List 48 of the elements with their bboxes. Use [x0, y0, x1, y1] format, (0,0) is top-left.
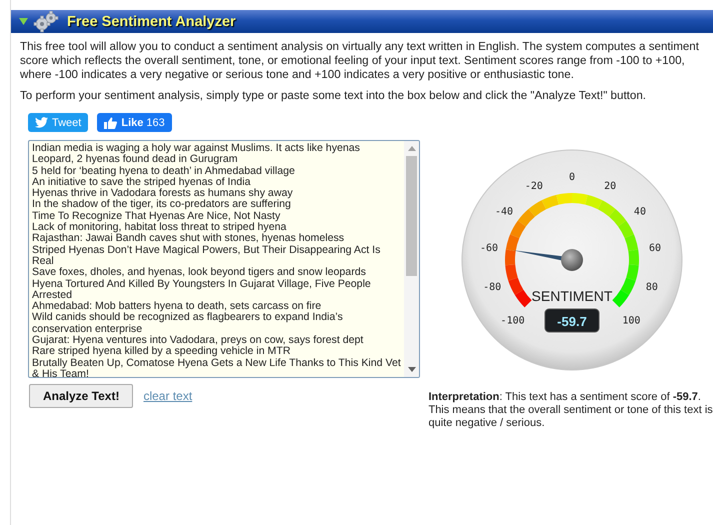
scale-label: -40 — [495, 206, 514, 218]
interpretation-text: Interpretation: This text has a sentiment score of -59.7. This means that the overall sentiment or tone of this text is quite negative / serious. — [428, 391, 713, 430]
text-line: Striped Hyenas Don’t Have Magical Powers, But Their Disappearing Act Is Real — [32, 244, 382, 267]
tweet-button[interactable]: Tweet — [28, 113, 88, 132]
thumbs-up-icon — [104, 116, 118, 128]
analyze-button[interactable]: Analyze Text! — [29, 384, 134, 408]
gauge-reading: -59.7 — [558, 314, 588, 329]
text-line: Lack of monitoring, habitat loss threat to striped hyena — [32, 222, 286, 234]
collapse-toggle-icon[interactable] — [19, 17, 28, 26]
text-line: Leopard, 2 hyenas found dead in Gurugram — [32, 154, 239, 166]
scroll-down-arrow-icon[interactable] — [408, 367, 416, 372]
scale-label: -20 — [525, 181, 544, 192]
text-line: Brutally Beaten Up, Comatose Hyena Gets a New Life Thanks to This Kind Vet & His Team! — [32, 358, 402, 377]
scale-label: 20 — [604, 181, 617, 192]
text-line: Time To Recognize That Hyenas Are Nice, Not Nasty — [32, 210, 280, 222]
text-input-area[interactable] — [28, 140, 420, 378]
scale-label: 100 — [622, 315, 641, 326]
scale-label: -80 — [484, 282, 502, 293]
scale-label: 60 — [649, 242, 662, 254]
text-line: Indian media is waging a holy war against Muslims. It acts like hyenas — [32, 143, 361, 154]
text-line: Save foxes, dholes, and hyenas, look beyond tigers and snow leopards — [32, 267, 367, 279]
bird-icon — [35, 117, 48, 128]
text-line: Hyena Tortured And Killed By Youngsters In Gujarat Village, Five People Arrested — [32, 278, 372, 301]
text-line: Hyenas thrive in Vadodara forests as humans shy away — [32, 188, 294, 200]
needle-hub — [561, 249, 584, 271]
text-line: Ahmedabad: Mob batters hyena to death, sets carcass on fire — [32, 301, 322, 312]
scrollbar[interactable] — [404, 141, 420, 377]
text-line: In the shadow of the tiger, its co-predators are suffering — [32, 199, 291, 211]
like-button[interactable]: Like 163 — [97, 113, 172, 132]
scale-label: 40 — [634, 206, 646, 218]
section-title: Free Sentiment Analyzer — [67, 14, 236, 30]
text-line: Rare striped hyena killed by a speeding vehicle in MTR — [32, 346, 291, 358]
text-line: Wild canids should be recognized as flagbearers to expand India’s conservation enterprise — [32, 312, 344, 335]
scale-label: -60 — [480, 242, 499, 254]
scrollbar-thumb[interactable] — [406, 156, 418, 276]
reading-display — [544, 308, 600, 332]
description-paragraph: This free tool will allow you to conduct a sentiment analysis on virtually any text written in English. The system computes a sentiment score which reflects the overall sentiment, tone, or emotional feeling of your input text. Sentiment scores range from -100 to +100, where -100 indicates a very negative or serious tone and +100 indicates a very positive or enthusiastic tone. — [20, 40, 700, 82]
scale-label: 0 — [569, 172, 576, 183]
text-line: An initiative to save the striped hyenas of India — [32, 176, 250, 188]
scale-label: -100 — [501, 315, 526, 326]
clear-text-link[interactable]: clear text — [143, 389, 192, 403]
text-line: Gujarat: Hyena ventures into Vadodara, preys on cow, says forest dept — [32, 335, 364, 346]
text-line: Rajasthan: Jawai Bandh caves shut with stones, hyenas homeless — [32, 233, 346, 245]
gauge-title: SENTIMENT — [532, 288, 613, 304]
description-paragraph: To perform your sentiment analysis, simply type or paste some text into the box below and click the "Analyze Text!" button. — [20, 89, 648, 103]
text-line: 5 held for ‘beating hyena to death’ in Ahmedabad village — [32, 166, 296, 177]
scale-label: 80 — [646, 282, 658, 293]
gears-icon — [33, 10, 59, 32]
